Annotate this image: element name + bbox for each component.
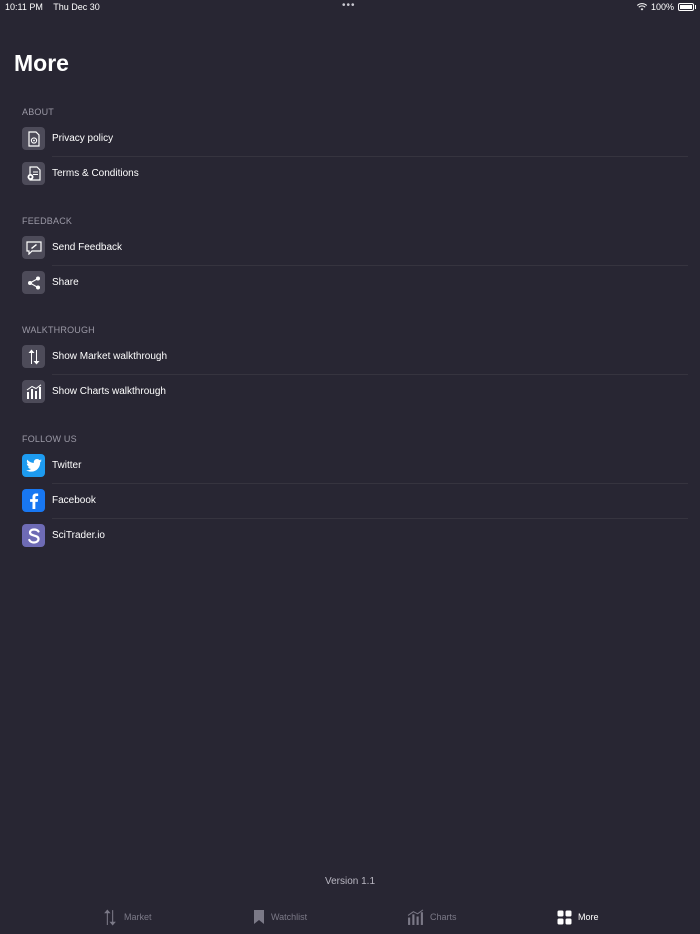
scitrader-icon: [22, 524, 45, 547]
section-header: FEEDBACK: [22, 216, 73, 226]
tab-more-label: More: [578, 912, 599, 922]
market-arrows-icon: [104, 909, 116, 925]
wifi-icon: [636, 3, 647, 11]
charts-walkthrough-label: Show Charts walkthrough: [52, 386, 166, 397]
multitasking-dots[interactable]: •••: [342, 0, 356, 11]
battery-icon: [678, 3, 696, 11]
facebook-icon: [22, 489, 45, 512]
tab-market-label: Market: [124, 912, 152, 922]
share-icon: [22, 271, 45, 294]
status-date: Thu Dec 30: [53, 2, 100, 12]
tab-charts[interactable]: Charts: [407, 900, 457, 934]
feedback-icon: [22, 236, 45, 259]
tab-watchlist[interactable]: Watchlist: [253, 900, 307, 934]
twitter-row[interactable]: Twitter: [22, 448, 688, 483]
section-header: WALKTHROUGH: [22, 325, 95, 335]
tab-bar: Market Watchlist Charts More: [0, 900, 700, 934]
privacy-policy-label: Privacy policy: [52, 133, 114, 144]
tab-market[interactable]: Market: [102, 900, 152, 934]
share-row[interactable]: Share: [22, 265, 688, 300]
status-left: 10:11 PM Thu Dec 30: [5, 2, 108, 12]
send-feedback-row[interactable]: Send Feedback: [22, 230, 688, 265]
facebook-label: Facebook: [52, 495, 96, 506]
version-label: Version 1.1: [324, 876, 376, 887]
twitter-label: Twitter: [52, 460, 82, 471]
status-time: 10:11 PM: [5, 2, 43, 12]
privacy-policy-row[interactable]: Privacy policy: [22, 121, 688, 156]
tab-watchlist-label: Watchlist: [271, 912, 308, 922]
section-header: ABOUT: [22, 107, 55, 117]
section-walkthrough: WALKTHROUGH Show Market walkthrough Show…: [22, 321, 688, 409]
section-follow-us: FOLLOW US Twitter Facebook SciTrader.io: [22, 430, 688, 553]
scitrader-label: SciTrader.io: [52, 530, 105, 541]
charts-walkthrough-row[interactable]: Show Charts walkthrough: [22, 374, 688, 409]
tab-more[interactable]: More: [557, 900, 599, 934]
bookmark-icon: [254, 910, 264, 924]
send-feedback-label: Send Feedback: [52, 242, 123, 253]
share-label: Share: [52, 277, 79, 288]
privacy-icon: [22, 127, 45, 150]
terms-icon: [22, 162, 45, 185]
market-arrows-icon: [22, 345, 45, 368]
terms-conditions-row[interactable]: Terms & Conditions: [22, 156, 688, 191]
section-header: FOLLOW US: [22, 434, 77, 444]
market-walkthrough-label: Show Market walkthrough: [52, 351, 168, 362]
twitter-icon: [22, 454, 45, 477]
terms-conditions-label: Terms & Conditions: [52, 168, 139, 179]
section-feedback: FEEDBACK Send Feedback Share: [22, 212, 688, 300]
tab-charts-label: Charts: [430, 912, 457, 922]
scitrader-row[interactable]: SciTrader.io: [22, 518, 688, 553]
charts-icon: [407, 909, 424, 925]
grid-icon: [557, 910, 572, 924]
facebook-row[interactable]: Facebook: [22, 483, 688, 518]
status-right: 100%: [636, 2, 696, 12]
status-bar: 10:11 PM Thu Dec 30 ••• 100%: [0, 0, 700, 16]
battery-percent: 100%: [650, 2, 674, 12]
page-title: More: [14, 50, 69, 76]
section-about: ABOUT Privacy policy Terms & Conditions: [22, 103, 688, 191]
market-walkthrough-row[interactable]: Show Market walkthrough: [22, 339, 688, 374]
charts-icon: [22, 380, 45, 403]
